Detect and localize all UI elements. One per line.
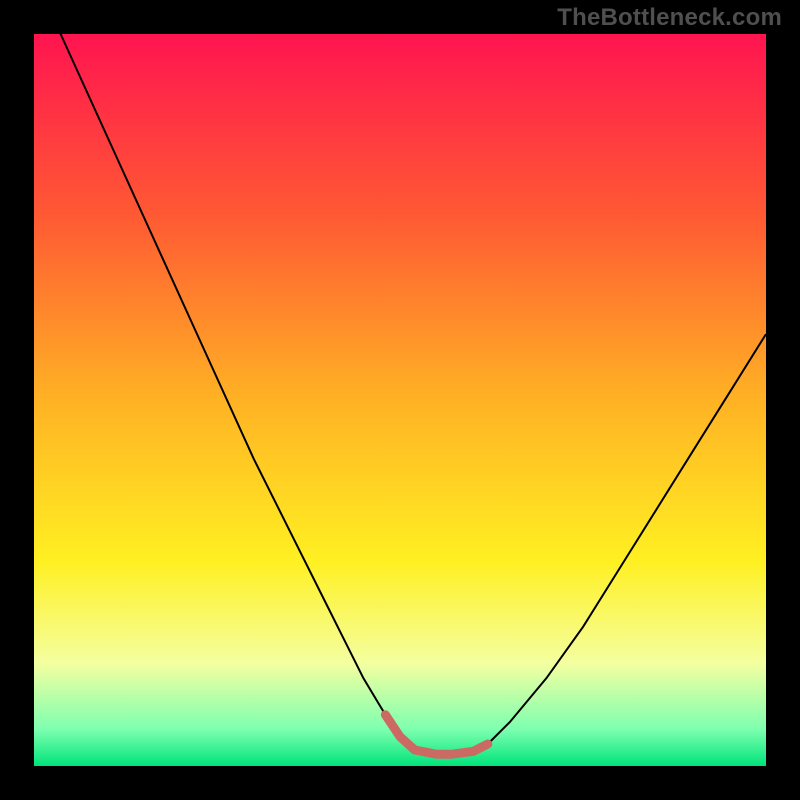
gradient-background <box>34 34 766 766</box>
chart-svg <box>34 34 766 766</box>
chart-frame: TheBottleneck.com <box>0 0 800 800</box>
watermark-text: TheBottleneck.com <box>557 4 782 32</box>
plot-area <box>34 34 766 766</box>
